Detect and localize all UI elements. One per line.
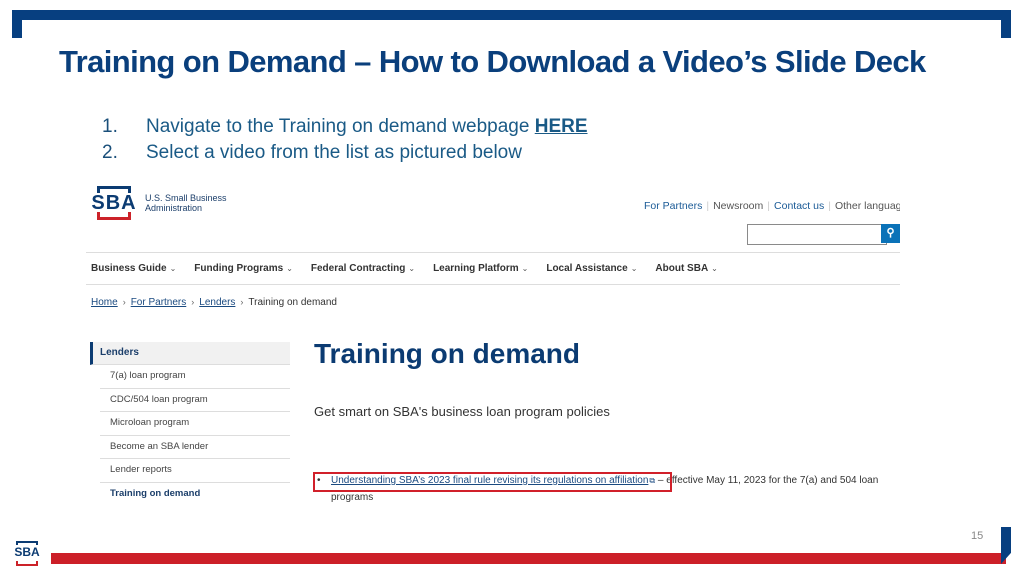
chevron-down-icon: ⌄	[630, 264, 638, 273]
sidenav-item-7a[interactable]: 7(a) loan program	[100, 365, 290, 389]
top-border-left	[12, 10, 22, 38]
nav-business-guide[interactable]: Business Guide ⌄	[91, 263, 176, 274]
step-2: 2. Select a video from the list as pictur…	[102, 142, 588, 168]
sidenav-item-microloan[interactable]: Microloan program	[100, 412, 290, 436]
sidenav-item-cdc504[interactable]: CDC/504 loan program	[100, 389, 290, 412]
chevron-right-icon: ›	[122, 297, 126, 307]
step-1: 1. Navigate to the Training on demand web…	[102, 116, 588, 142]
util-link-newsroom[interactable]: Newsroom	[713, 200, 763, 212]
nav-federal-contracting[interactable]: Federal Contracting ⌄	[311, 263, 415, 274]
breadcrumb-for-partners[interactable]: For Partners	[131, 297, 187, 308]
sidenav-heading-lenders[interactable]: Lenders	[90, 342, 290, 365]
slide-title: Training on Demand – How to Download a V…	[59, 44, 926, 79]
divider: |	[706, 200, 710, 212]
nav-funding-programs[interactable]: Funding Programs ⌄	[194, 263, 293, 274]
step-number: 2.	[102, 142, 118, 163]
page-number: 15	[971, 530, 984, 542]
chevron-down-icon: ⌄	[408, 264, 416, 273]
sba-logo-icon: SBA	[91, 184, 137, 222]
sidenav-item-become-lender[interactable]: Become an SBA lender	[100, 436, 290, 459]
top-border-bar	[12, 10, 1011, 20]
util-link-for-partners[interactable]: For Partners	[644, 200, 702, 212]
nav-learning-platform[interactable]: Learning Platform ⌄	[433, 263, 528, 274]
search-button[interactable]: ⚲	[881, 224, 900, 243]
video-list-item: • Understanding SBA’s 2023 final rule re…	[317, 472, 897, 506]
step-text: Select a video from the list as pictured…	[146, 142, 522, 163]
nav-about-sba[interactable]: About SBA ⌄	[655, 263, 717, 274]
page-heading: Training on demand	[314, 338, 581, 369]
breadcrumb-current: Training on demand	[248, 297, 337, 308]
bullet-icon: •	[317, 475, 321, 486]
footer-corner	[1001, 527, 1011, 564]
chevron-down-icon: ⌄	[169, 264, 177, 273]
breadcrumb: Home › For Partners › Lenders › Training on de…	[91, 297, 337, 308]
nav-local-assistance[interactable]: Local Assistance ⌄	[546, 263, 637, 274]
sba-header-logo[interactable]: SBA U.S. Small Business Administration	[91, 184, 227, 222]
steps-list: 1. Navigate to the Training on demand web…	[102, 116, 588, 168]
divider: |	[828, 200, 831, 212]
step-number: 1.	[102, 116, 118, 137]
affiliation-rule-link[interactable]: Understanding SBA’s 2023 final rule revi…	[331, 475, 648, 486]
page-subheading: Get smart on SBA's business loan program…	[314, 404, 610, 419]
main-nav: Business Guide ⌄ Funding Programs ⌄ Federa…	[86, 252, 900, 285]
step-text: Navigate to the Training on demand webpa…	[146, 116, 535, 137]
chevron-down-icon: ⌄	[711, 264, 718, 273]
chevron-right-icon: ›	[240, 297, 244, 307]
util-link-other-languages[interactable]: Other languag	[835, 200, 900, 212]
top-border-right	[1001, 10, 1011, 38]
sidenav-item-training-on-demand[interactable]: Training on demand	[100, 483, 290, 506]
breadcrumb-home[interactable]: Home	[91, 297, 118, 308]
agency-name: U.S. Small Business Administration	[145, 193, 227, 213]
agency-name-line1: U.S. Small Business	[145, 193, 227, 203]
side-nav: Lenders 7(a) loan program CDC/504 loan p…	[90, 342, 290, 505]
logo-letters: SBA	[91, 192, 137, 214]
agency-name-line2: Administration	[145, 203, 203, 213]
search-input[interactable]	[747, 224, 887, 245]
search-icon: ⚲	[886, 227, 895, 239]
chevron-down-icon: ⌄	[286, 264, 293, 273]
footer-sba-logo-icon: SBA	[12, 541, 42, 566]
breadcrumb-lenders[interactable]: Lenders	[199, 297, 235, 308]
chevron-down-icon: ⌄	[521, 264, 529, 273]
utility-links: For Partners | Newsroom | Contact us | Other l…	[644, 200, 900, 212]
divider: |	[767, 200, 771, 212]
website-screenshot: SBA U.S. Small Business Administration F…	[86, 180, 900, 510]
util-link-contact-us[interactable]: Contact us	[774, 200, 824, 212]
footer-bar	[51, 553, 1006, 564]
here-link[interactable]: HERE	[535, 116, 588, 137]
chevron-right-icon: ›	[191, 297, 195, 307]
sidenav-item-lender-reports[interactable]: Lender reports	[100, 459, 290, 483]
